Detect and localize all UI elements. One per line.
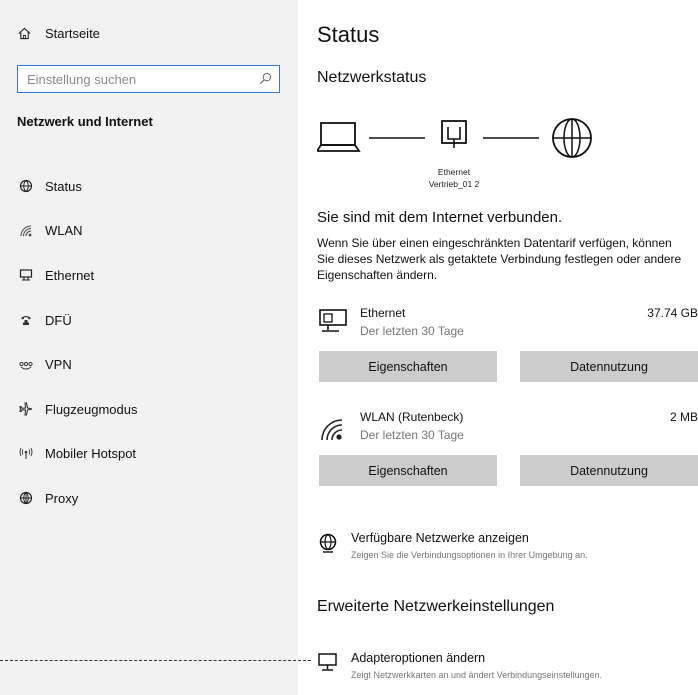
sidebar-item-vpn[interactable]: VPN: [18, 342, 138, 387]
wifi-icon: [18, 223, 34, 239]
advanced-settings-heading: Erweiterte Netzwerkeinstellungen: [317, 598, 555, 615]
search-icon[interactable]: [259, 72, 272, 90]
sidebar-item-label: Proxy: [45, 490, 79, 506]
sidebar-item-label: Status: [45, 178, 82, 194]
ethernet-data-usage-button[interactable]: Datennutzung: [520, 351, 698, 382]
sidebar-item-dfue[interactable]: DFÜ: [18, 298, 138, 343]
sidebar: Startseite Netzwerk und Internet Status …: [0, 0, 298, 695]
hotspot-icon: [18, 446, 34, 462]
ethernet-icon: [319, 308, 349, 341]
adapter-label-2: Vertrieb_01 2: [428, 179, 480, 189]
wifi-icon: [319, 416, 347, 447]
connection-period: Der letzten 30 Tage: [360, 428, 464, 442]
vpn-icon: [18, 357, 34, 373]
globe-status-icon: [18, 178, 34, 194]
ethernet-icon: [18, 267, 34, 283]
callout-dashed-line: [0, 660, 311, 661]
sidebar-item-label: Mobiler Hotspot: [45, 446, 137, 462]
sidebar-item-ethernet[interactable]: Ethernet: [18, 253, 138, 298]
sidebar-item-flugzeugmodus[interactable]: Flugzeugmodus: [18, 387, 138, 432]
globe-icon: [18, 490, 34, 506]
nav-list: Status WLAN Ethernet DFÜ VPN Flugzeugmod…: [18, 164, 138, 521]
search-box[interactable]: [17, 65, 280, 93]
connection-data-amount: 37.74 GB: [647, 306, 698, 320]
sidebar-item-mobiler-hotspot[interactable]: Mobiler Hotspot: [18, 432, 138, 477]
adapter-options-title: Adapteroptionen ändern: [351, 651, 486, 665]
internet-globe-icon: [552, 118, 592, 158]
search-input[interactable]: [18, 66, 248, 92]
nav-home[interactable]: Startseite: [18, 26, 100, 41]
network-globe-icon: [317, 533, 339, 560]
available-networks-title: Verfügbare Netzwerke anzeigen: [351, 531, 529, 545]
sidebar-item-proxy[interactable]: Proxy: [18, 476, 138, 521]
sidebar-item-label: Ethernet: [45, 267, 95, 283]
connection-name: WLAN (Rutenbeck): [360, 410, 464, 424]
connection-wlan: WLAN (Rutenbeck) Der letzten 30 Tage 2 M…: [317, 410, 698, 450]
network-diagram-graphic: [315, 118, 592, 158]
wlan-properties-button[interactable]: Eigenschaften: [319, 455, 497, 486]
connection-name: Ethernet: [360, 306, 406, 320]
ethernet-adapter-icon: [441, 120, 467, 148]
sidebar-item-label: Flugzeugmodus: [45, 401, 138, 417]
connection-period: Der letzten 30 Tage: [360, 324, 464, 338]
available-networks-description: Zeigen Sie die Verbindungsoptionen in Ih…: [351, 550, 588, 560]
connection-data-amount: 2 MB: [669, 410, 698, 424]
info-text: Wenn Sie über einen eingeschränkten Date…: [317, 236, 682, 282]
adapter-options-link[interactable]: Adapteroptionen ändern Zeigt Netzwerkkar…: [317, 651, 698, 685]
phone-icon: [18, 312, 34, 328]
laptop-icon: [315, 122, 361, 152]
network-diagram: Ethernet Vertrieb_01 2: [315, 115, 607, 197]
ethernet-properties-button[interactable]: Eigenschaften: [319, 351, 497, 382]
sidebar-item-label: DFÜ: [45, 312, 72, 328]
wlan-data-usage-button[interactable]: Datennutzung: [520, 455, 698, 486]
airplane-icon: [18, 401, 34, 417]
sidebar-item-status[interactable]: Status: [18, 164, 138, 209]
adapter-label-1: Ethernet: [437, 167, 471, 177]
section-title: Netzwerk und Internet: [17, 114, 153, 129]
available-networks-link[interactable]: Verfügbare Netzwerke anzeigen Zeigen Sie…: [317, 531, 698, 565]
nav-home-label: Startseite: [45, 26, 100, 41]
sidebar-item-label: WLAN: [45, 223, 83, 239]
network-status-heading: Netzwerkstatus: [317, 69, 427, 86]
home-icon: [18, 27, 31, 40]
adapter-options-description: Zeigt Netzwerkkarten an und ändert Verbi…: [351, 670, 603, 680]
page-title: Status: [317, 22, 380, 47]
connected-message: Sie sind mit dem Internet verbunden.: [317, 209, 563, 226]
sidebar-item-label: VPN: [45, 357, 72, 373]
monitor-icon: [317, 653, 339, 678]
sidebar-item-wlan[interactable]: WLAN: [18, 209, 138, 254]
